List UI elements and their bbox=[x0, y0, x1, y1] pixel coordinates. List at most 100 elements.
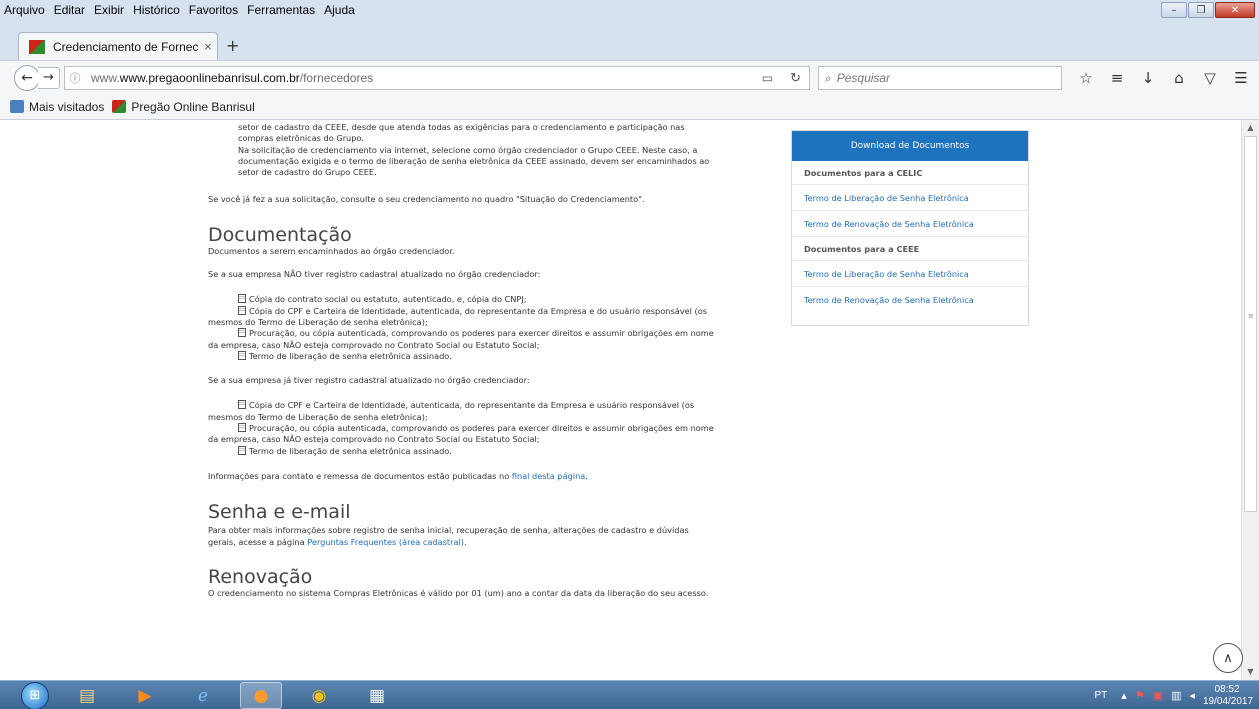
banrisul-favicon-icon bbox=[29, 39, 45, 54]
list-item-cont: da empresa, caso NÃO esteja comprovado n… bbox=[208, 339, 540, 350]
panel-header: Download de Documentos bbox=[792, 131, 1028, 161]
senha-heading: Senha e e-mail bbox=[208, 501, 351, 524]
url-path: /fornecedores bbox=[299, 71, 374, 85]
reload-icon[interactable]: ↻ bbox=[790, 70, 801, 86]
hamburger-menu-icon[interactable]: ☰ bbox=[1229, 67, 1253, 89]
menu-ajuda[interactable]: Ajuda bbox=[324, 3, 355, 17]
new-tab-button[interactable]: + bbox=[226, 36, 239, 55]
clock[interactable]: 08:52 19/04/2017 bbox=[1203, 684, 1253, 708]
document-icon bbox=[238, 445, 246, 455]
list-item-cont: mesmos do Termo de Liberação de senha el… bbox=[208, 411, 428, 422]
final-page-link[interactable]: final desta página bbox=[512, 471, 585, 481]
volume-icon[interactable]: ◂ bbox=[1189, 689, 1195, 702]
faq-link[interactable]: Perguntas Frequentes (área cadastral) bbox=[307, 537, 464, 547]
celic-renovacao-link[interactable]: Termo de Renovação de Senha Eletrônica bbox=[792, 211, 1028, 237]
menu-bar: Arquivo Editar Exibir Histórico Favorito… bbox=[0, 0, 1259, 20]
no-registry-text: Se a sua empresa NÃO tiver registro cada… bbox=[208, 269, 541, 280]
firefox-icon[interactable]: ● bbox=[240, 682, 282, 709]
document-icon bbox=[238, 294, 246, 304]
back-to-top-button[interactable]: ∧ bbox=[1213, 643, 1243, 673]
antivirus-icon[interactable]: ▣ bbox=[1153, 689, 1163, 702]
scroll-down-icon[interactable]: ▼ bbox=[1242, 664, 1259, 680]
menu-favoritos[interactable]: Favoritos bbox=[189, 3, 238, 17]
list-item: Cópia do CPF e Carteira de Identidade, a… bbox=[208, 400, 768, 411]
ceee-renovacao-link[interactable]: Termo de Renovação de Senha Eletrônica bbox=[792, 287, 1028, 313]
start-button[interactable]: ⊞ bbox=[12, 681, 58, 709]
minimize-button[interactable]: – bbox=[1161, 2, 1187, 18]
menu-historico[interactable]: Histórico bbox=[133, 3, 180, 17]
intro-line: documentação exigida e o termo de libera… bbox=[238, 155, 710, 166]
senha-text: Para obter mais informações sobre regist… bbox=[208, 525, 689, 536]
back-button[interactable]: ← bbox=[14, 64, 40, 91]
panel-group-celic: Documentos para a CELIC bbox=[792, 161, 1028, 185]
chevron-up-icon: ∧ bbox=[1223, 650, 1233, 666]
system-tray: PT ▴ ⚑ ▣ ▥ ◂ bbox=[1094, 681, 1203, 709]
close-window-button[interactable]: ✕ bbox=[1215, 2, 1255, 18]
documentacao-heading: Documentação bbox=[208, 223, 352, 246]
menu-editar[interactable]: Editar bbox=[54, 3, 85, 17]
bookmark-star-icon[interactable]: ☆ bbox=[1074, 67, 1098, 89]
toolbar-icons: ☆ ≡ ↓ ⌂ ▽ ☰ bbox=[1067, 67, 1253, 89]
restore-button[interactable]: ❐ bbox=[1188, 2, 1214, 18]
already-requested-text: Se você já fez a sua solicitação, consul… bbox=[208, 194, 645, 205]
language-indicator[interactable]: PT bbox=[1094, 690, 1107, 701]
forward-button[interactable]: → bbox=[38, 66, 60, 89]
menu-arquivo[interactable]: Arquivo bbox=[4, 3, 45, 17]
tab-title: Credenciamento de Fornec... bbox=[53, 39, 199, 54]
list-item-cont: mesmos do Termo de Liberação de senha el… bbox=[208, 316, 428, 327]
search-input[interactable]: ⌕ Pesquisar bbox=[818, 66, 1062, 90]
document-icon bbox=[238, 350, 246, 360]
list-item: Termo de liberação de senha eletrônica a… bbox=[208, 350, 768, 362]
tab-close-icon[interactable]: × bbox=[199, 40, 217, 53]
intro-line: setor de cadastro da CEEE, desde que ate… bbox=[238, 122, 685, 132]
ceee-liberacao-link[interactable]: Termo de Liberação de Senha Eletrônica bbox=[792, 261, 1028, 287]
list-item: Cópia do CPF e Carteira de Identidade, a… bbox=[208, 305, 768, 317]
document-icon bbox=[238, 305, 246, 315]
tab-credenciamento[interactable]: Credenciamento de Fornec... × bbox=[18, 32, 218, 60]
pocket-icon[interactable]: ▽ bbox=[1198, 67, 1222, 89]
reader-view-icon[interactable]: ▭ bbox=[762, 71, 773, 85]
file-explorer-icon[interactable]: ▤ bbox=[66, 682, 108, 709]
bookmark-pregao-online[interactable]: Pregão Online Banrisul bbox=[112, 100, 255, 114]
main-column: setor de cadastro da CEEE, desde que ate… bbox=[208, 120, 768, 599]
banrisul-favicon-icon bbox=[112, 100, 127, 113]
bookmarks-list-icon[interactable]: ≡ bbox=[1105, 67, 1129, 89]
chrome-icon[interactable]: ◉ bbox=[298, 682, 340, 709]
scroll-thumb[interactable] bbox=[1244, 136, 1257, 512]
celic-liberacao-link[interactable]: Termo de Liberação de Senha Eletrônica bbox=[792, 185, 1028, 211]
download-icon[interactable]: ↓ bbox=[1136, 67, 1160, 89]
info-icon[interactable]: ⓘ bbox=[65, 70, 85, 86]
bookmark-mais-visitados[interactable]: Mais visitados bbox=[10, 100, 104, 114]
vertical-scrollbar[interactable]: ▲ ≡ ▼ bbox=[1241, 120, 1259, 680]
tab-bar: Credenciamento de Fornec... × + bbox=[0, 20, 1259, 60]
internet-explorer-icon[interactable]: ℯ bbox=[182, 682, 224, 709]
scroll-up-icon[interactable]: ▲ bbox=[1242, 120, 1259, 136]
list-item-cont: da empresa, caso NÃO esteja comprovado n… bbox=[208, 434, 540, 445]
search-placeholder: Pesquisar bbox=[836, 71, 891, 85]
renovacao-text: O credenciamento no sistema Compras Elet… bbox=[208, 587, 709, 598]
home-icon[interactable]: ⌂ bbox=[1167, 67, 1191, 89]
list-item: Cópia do contrato social ou estatuto, au… bbox=[208, 294, 768, 305]
document-app-icon[interactable]: ▦ bbox=[356, 682, 398, 709]
contact-text: Informações para contato e remessa de do… bbox=[208, 470, 588, 481]
document-icon bbox=[238, 328, 246, 338]
show-hidden-icons-icon[interactable]: ▴ bbox=[1121, 689, 1127, 702]
intro-line: Na solicitação de credenciamento via int… bbox=[238, 144, 698, 155]
intro-line: compras eletrônicas do Grupo. bbox=[238, 133, 364, 144]
address-bar[interactable]: ⓘ www.www.pregaoonlinebanrisul.com.br/fo… bbox=[64, 66, 810, 90]
menu-exibir[interactable]: Exibir bbox=[94, 3, 124, 17]
intro-block: setor de cadastro da CEEE, desde que ate… bbox=[208, 122, 768, 178]
list-item: Procuração, ou cópia autenticada, compro… bbox=[208, 423, 768, 434]
bookmarks-bar: Mais visitados Pregão Online Banrisul bbox=[0, 94, 1259, 120]
clock-time: 08:52 bbox=[1214, 684, 1240, 695]
intro-line: setor de cadastro do Grupo CEEE. bbox=[238, 167, 377, 178]
menu-ferramentas[interactable]: Ferramentas bbox=[247, 3, 315, 17]
media-player-icon[interactable]: ▶ bbox=[124, 682, 166, 709]
renovacao-heading: Renovação bbox=[208, 565, 313, 588]
windows-taskbar: ⊞ ▤ ▶ ℯ ● ◉ ▦ PT ▴ ⚑ ▣ ▥ ◂ 08:52 19/04/2… bbox=[0, 680, 1259, 709]
navigation-bar: ← → ⓘ www.www.pregaoonlinebanrisul.com.b… bbox=[0, 60, 1259, 94]
network-icon[interactable]: ▥ bbox=[1171, 689, 1181, 702]
document-icon bbox=[238, 423, 246, 433]
flag-alert-icon[interactable]: ⚑ bbox=[1135, 689, 1145, 702]
list-has-registry: Cópia do CPF e Carteira de Identidade, a… bbox=[208, 400, 768, 456]
